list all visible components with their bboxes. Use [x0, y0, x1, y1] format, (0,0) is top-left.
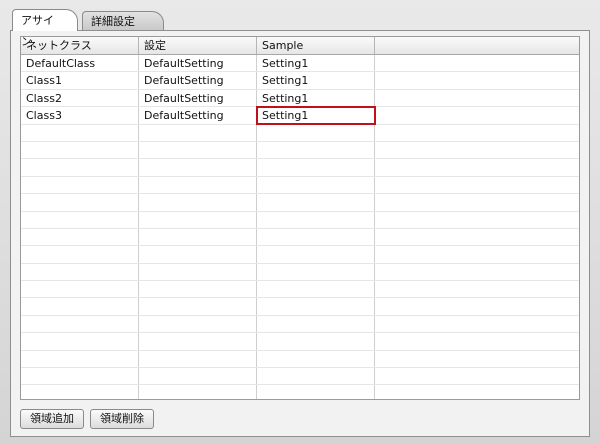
cell-sample[interactable]: Setting1: [257, 90, 375, 107]
table-row[interactable]: Class3 DefaultSetting Setting1: [21, 106, 579, 126]
empty-row: [21, 385, 579, 399]
empty-row: [21, 125, 579, 142]
grid-rows: DefaultClass DefaultSetting Setting1 Cla…: [21, 55, 579, 399]
empty-row: [21, 351, 579, 369]
tab-assign[interactable]: アサイン: [12, 9, 78, 48]
add-region-button[interactable]: 領域追加: [20, 409, 84, 429]
empty-row: [21, 316, 579, 334]
delete-region-button[interactable]: 領域削除: [90, 409, 154, 429]
table-row[interactable]: Class2 DefaultSetting Setting1: [21, 90, 579, 108]
empty-row: [21, 159, 579, 177]
empty-row: [21, 246, 579, 264]
cell-setting[interactable]: DefaultSetting: [139, 72, 257, 89]
empty-row: [21, 142, 579, 160]
empty-row: [21, 212, 579, 229]
empty-row: [21, 368, 579, 386]
header-setting[interactable]: 設定: [139, 37, 257, 54]
empty-row: [21, 194, 579, 212]
empty-row: [21, 229, 579, 247]
cell-net-class[interactable]: Class3: [21, 107, 139, 124]
cell-net-class[interactable]: DefaultClass: [21, 55, 139, 72]
cell-sample-editing[interactable]: Setting1: [256, 106, 376, 126]
cell-setting[interactable]: DefaultSetting: [139, 55, 257, 72]
cell-setting[interactable]: DefaultSetting: [139, 107, 257, 124]
net-class-grid[interactable]: ネットクラス 設定 Sample DefaultClass DefaultSet…: [20, 36, 580, 400]
empty-row: [21, 177, 579, 195]
header-sample[interactable]: Sample: [257, 37, 375, 54]
table-row[interactable]: Class1 DefaultSetting Setting1: [21, 72, 579, 90]
empty-row: [21, 298, 579, 316]
tab-panel: ネットクラス 設定 Sample DefaultClass DefaultSet…: [10, 30, 590, 437]
empty-row: [21, 264, 579, 282]
tab-detail-settings[interactable]: 詳細設定: [82, 11, 164, 30]
cell-setting[interactable]: DefaultSetting: [139, 90, 257, 107]
cell-sample[interactable]: Setting1: [257, 72, 375, 89]
dialog-window: アサイン 詳細設定 ネットクラス 設定 Sample DefaultClass …: [0, 0, 600, 444]
table-row[interactable]: DefaultClass DefaultSetting Setting1: [21, 55, 579, 73]
header-net-class[interactable]: ネットクラス: [21, 37, 139, 54]
header-empty: [375, 37, 579, 54]
empty-rows: [21, 125, 579, 399]
cell-net-class[interactable]: Class1: [21, 72, 139, 89]
grid-header: ネットクラス 設定 Sample: [21, 37, 579, 55]
empty-row: [21, 281, 579, 299]
empty-row: [21, 333, 579, 351]
cell-sample[interactable]: Setting1: [257, 55, 375, 72]
cell-net-class[interactable]: Class2: [21, 90, 139, 107]
